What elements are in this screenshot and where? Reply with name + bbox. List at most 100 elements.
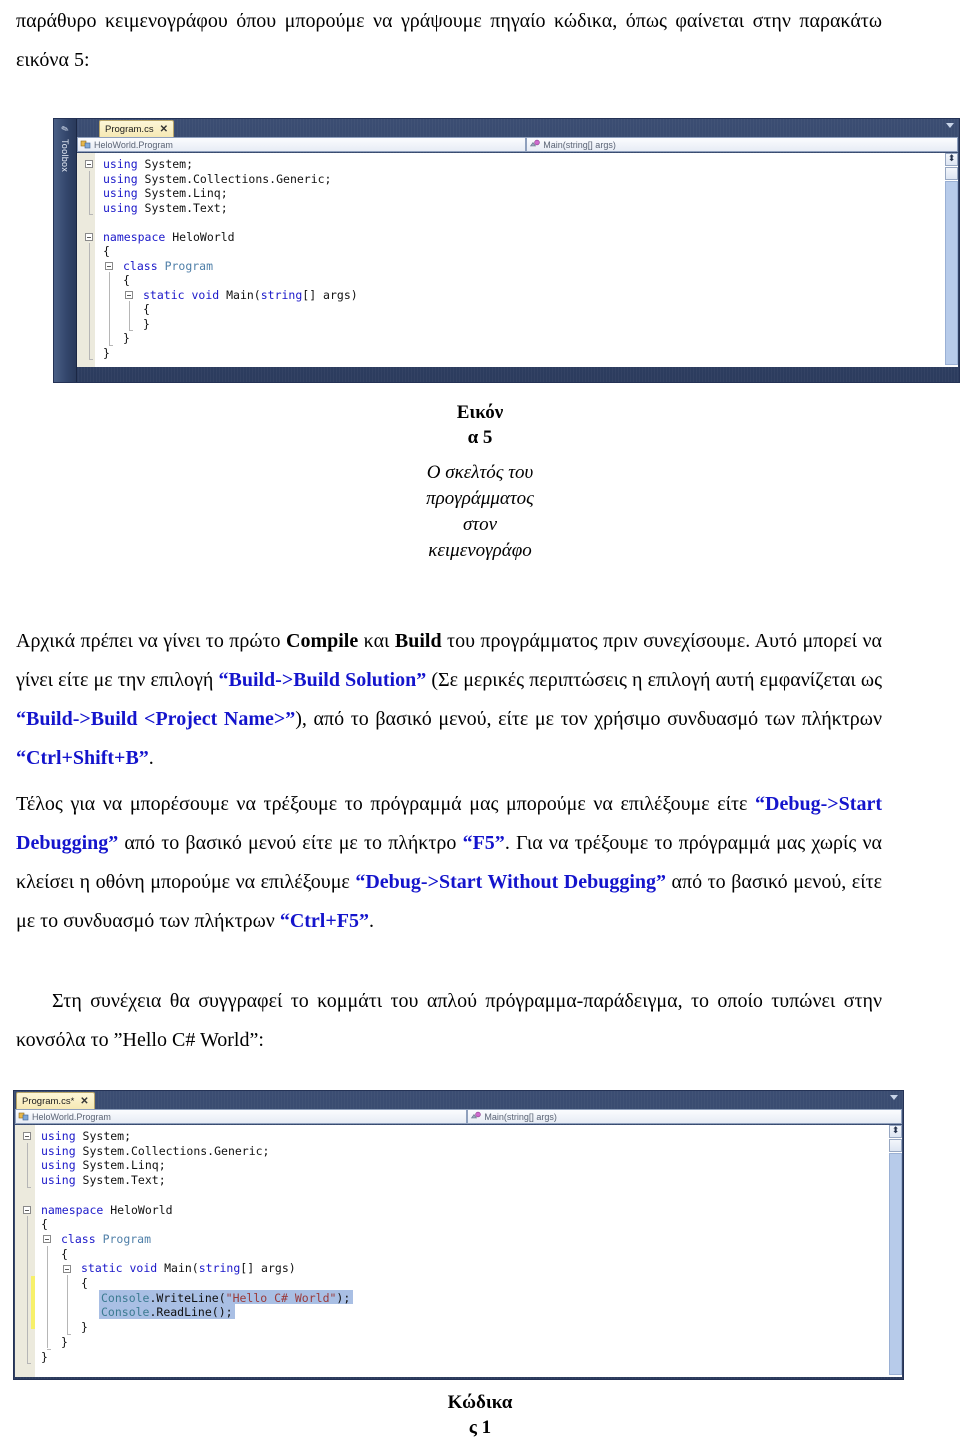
figure-1-caption: Εικόν α 5 Ο σκελτός του προγράμματος στο…	[370, 400, 590, 564]
toolbox-label: Toolbox	[60, 139, 70, 173]
visual-studio-editor-figure-1[interactable]: ✎ Toolbox Program.cs ✕ HeloWorld.Program	[53, 118, 960, 383]
close-icon[interactable]: ✕	[160, 122, 168, 137]
figure-1-caption-body-line2: προγράμματος	[426, 488, 534, 509]
split-view-handle[interactable]: ⬍	[945, 153, 958, 166]
code-line[interactable]: using System.Linq;	[103, 186, 228, 201]
scrollbar-thumb[interactable]	[945, 181, 958, 365]
outline-guide-line	[109, 272, 110, 345]
collapse-outline-icon[interactable]	[125, 290, 133, 299]
type-selector-combo[interactable]: HeloWorld.Program	[15, 1109, 468, 1124]
code-line[interactable]: using System.Text;	[41, 1173, 166, 1188]
collapse-outline-icon[interactable]	[23, 1132, 31, 1141]
collapse-outline-icon[interactable]	[63, 1264, 71, 1273]
tab-program-cs[interactable]: Program.cs ✕	[99, 120, 174, 137]
code-line[interactable]: using System;	[41, 1129, 131, 1144]
collapse-outline-icon[interactable]	[23, 1205, 31, 1214]
code-line[interactable]: {	[81, 1276, 88, 1291]
body-paragraph-3: Στη συνέχεια θα συγγραφεί το κομμάτι του…	[16, 982, 882, 1060]
vertical-scrollbar[interactable]: ⬍	[945, 153, 958, 367]
p1-text-b: και	[358, 630, 395, 652]
tab-program-cs-modified[interactable]: Program.cs* ✕	[16, 1092, 95, 1109]
code-line[interactable]: namespace HeloWorld	[103, 230, 235, 245]
outline-guide-foot	[89, 214, 93, 215]
close-icon[interactable]: ✕	[80, 1094, 88, 1109]
code-line[interactable]: static void Main(string[] args)	[143, 288, 358, 303]
code-editor-surface[interactable]: using System; using System.Collections.Ge…	[77, 153, 958, 367]
toolbox-rail[interactable]: ✎ Toolbox	[54, 119, 77, 382]
code-line[interactable]: Console.ReadLine();	[101, 1305, 233, 1320]
scroll-up-button[interactable]	[889, 1139, 902, 1152]
scrollbar-thumb[interactable]	[889, 1153, 902, 1375]
code-line[interactable]: }	[103, 346, 110, 361]
outline-guide-foot	[89, 359, 93, 360]
code-line[interactable]: }	[41, 1350, 48, 1365]
code-line[interactable]: }	[81, 1320, 88, 1335]
vertical-scrollbar[interactable]: ⬍	[889, 1125, 902, 1377]
code-text[interactable]: using System; using System.Collections.Ge…	[77, 153, 958, 367]
code-token: using	[103, 171, 138, 186]
code-line[interactable]: class Program	[123, 259, 213, 274]
editor-tabstrip: Program.cs ✕	[54, 119, 959, 137]
code-line[interactable]: }	[123, 331, 130, 346]
p2-text-a: Τέλος για να μπορέσουμε να τρέξουμε το π…	[16, 793, 756, 815]
chevron-down-icon[interactable]	[890, 1095, 898, 1100]
outline-guide-foot	[27, 1186, 31, 1188]
collapse-outline-icon[interactable]	[85, 232, 93, 241]
collapse-outline-icon[interactable]	[85, 160, 93, 169]
outline-guide-line	[129, 301, 130, 330]
code-token: {	[61, 1246, 68, 1261]
kbd-build-project-name: “Build->Build <Project Name>”	[16, 708, 296, 730]
member-selector-value: Main(string[] args)	[543, 139, 616, 150]
code-token: {	[41, 1217, 48, 1232]
code-token: string	[198, 1261, 241, 1276]
class-icon	[80, 139, 92, 150]
split-view-handle[interactable]: ⬍	[889, 1125, 902, 1138]
figure-1-caption-body-line1: Ο σκελτός του	[426, 462, 534, 483]
code-line[interactable]: Console.WriteLine("Hello C# World");	[101, 1291, 350, 1306]
navigation-bar: HeloWorld.Program Main(string[] args)	[15, 1109, 902, 1124]
outline-guide-line	[27, 1216, 28, 1364]
scroll-up-button[interactable]	[945, 167, 958, 180]
code-editor-surface[interactable]: using System; using System.Collections.Ge…	[15, 1125, 902, 1377]
chevron-down-icon[interactable]	[946, 123, 954, 128]
code-token: void	[191, 287, 220, 302]
code-line[interactable]: {	[41, 1217, 48, 1232]
member-selector-combo[interactable]: Main(string[] args)	[467, 1109, 902, 1124]
figure-1-caption-title-line2: α 5	[467, 427, 493, 448]
visual-studio-editor-figure-2[interactable]: Program.cs* ✕ HeloWorld.Program Main(str…	[13, 1090, 904, 1380]
type-selector-combo[interactable]: HeloWorld.Program	[77, 137, 527, 152]
code-line[interactable]: {	[103, 244, 110, 259]
unsaved-change-marker	[31, 1276, 35, 1329]
code-token: class	[123, 258, 158, 273]
code-line[interactable]: using System;	[103, 157, 193, 172]
member-selector-combo[interactable]: Main(string[] args)	[526, 137, 958, 152]
figure-2-caption: Κώδικα ς 1	[370, 1390, 590, 1440]
code-text[interactable]: using System; using System.Collections.Ge…	[15, 1125, 902, 1377]
code-line[interactable]: class Program	[61, 1232, 151, 1247]
code-token: {	[103, 244, 110, 258]
code-token: [] args)	[240, 1261, 296, 1276]
code-line[interactable]: {	[123, 273, 130, 288]
outline-guide-line	[67, 1275, 68, 1334]
code-line[interactable]: }	[143, 317, 150, 332]
code-line[interactable]: {	[143, 302, 150, 317]
code-token: namespace	[41, 1202, 104, 1217]
code-token: static	[143, 287, 185, 302]
code-line[interactable]: using System.Collections.Generic;	[41, 1144, 270, 1159]
code-line[interactable]: using System.Text;	[103, 201, 228, 216]
code-line[interactable]: }	[61, 1335, 68, 1350]
code-line[interactable]: {	[61, 1247, 68, 1262]
outline-guide-line	[89, 170, 90, 214]
code-token: Program	[164, 258, 214, 273]
code-line[interactable]: static void Main(string[] args)	[81, 1261, 296, 1276]
collapse-outline-icon[interactable]	[105, 261, 113, 270]
code-token: using	[103, 186, 138, 200]
code-token: {	[123, 273, 130, 287]
code-token: string	[260, 287, 303, 302]
code-line[interactable]: using System.Collections.Generic;	[103, 172, 332, 187]
collapse-outline-icon[interactable]	[43, 1235, 51, 1244]
code-token: Main(	[219, 287, 261, 302]
code-token: HeloWorld	[103, 1202, 173, 1217]
code-line[interactable]: using System.Linq;	[41, 1158, 166, 1173]
code-line[interactable]: namespace HeloWorld	[41, 1203, 173, 1218]
